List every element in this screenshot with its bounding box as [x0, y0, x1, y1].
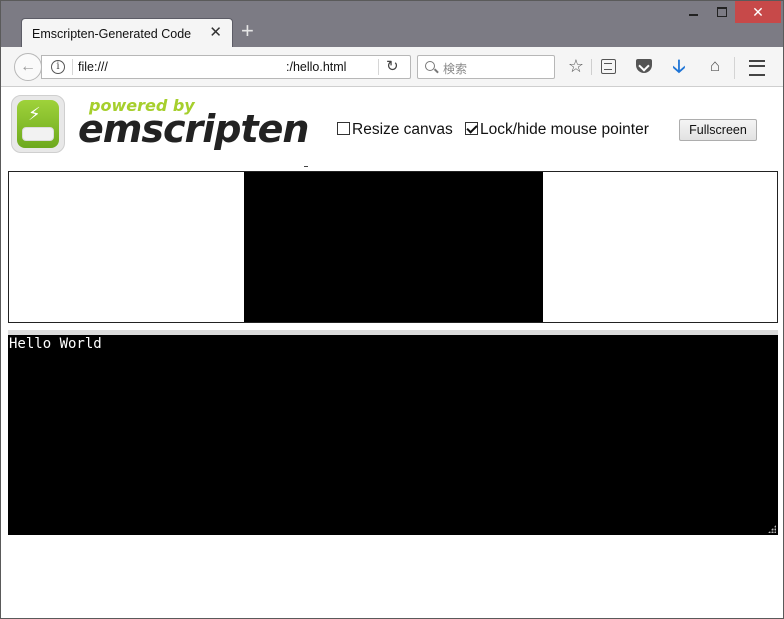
home-icon[interactable]: ⌂ — [704, 55, 726, 77]
toolbar-divider — [591, 59, 592, 75]
back-arrow-icon[interactable]: ← — [14, 53, 42, 81]
search-placeholder: 検索 — [443, 62, 468, 76]
reading-list-icon[interactable] — [597, 55, 619, 77]
title-bar: Emscripten-Generated Code ✕ + ✕ — [1, 1, 783, 48]
download-arrow-icon[interactable]: 🡣 — [668, 55, 690, 77]
navigation-toolbar: ← i file:/// :/hello.html ↻ 検索 ☆ 🡣 ⌂ — [1, 47, 783, 87]
output-text: Hello World — [9, 336, 102, 352]
lock-pointer-option[interactable]: Lock/hide mouse pointer — [465, 121, 649, 139]
canvas-container[interactable] — [8, 171, 778, 323]
page-content: ⚡ powered by emscripten Resize canvas Lo… — [2, 88, 783, 618]
resize-canvas-label: Resize canvas — [352, 121, 453, 138]
resize-canvas-option[interactable]: Resize canvas — [337, 121, 453, 139]
lock-pointer-checkbox[interactable] — [465, 122, 478, 135]
maximize-icon[interactable] — [709, 1, 733, 23]
fullscreen-button[interactable]: Fullscreen — [679, 119, 757, 141]
url-divider-right — [378, 59, 379, 75]
lock-pointer-label: Lock/hide mouse pointer — [480, 121, 649, 138]
info-icon[interactable]: i — [51, 60, 65, 74]
tab-active[interactable]: Emscripten-Generated Code ✕ — [21, 18, 233, 48]
tab-close-icon[interactable]: ✕ — [209, 25, 222, 41]
url-divider — [72, 59, 73, 75]
new-tab-icon[interactable]: + — [241, 20, 254, 42]
pocket-icon[interactable] — [633, 55, 655, 77]
search-input[interactable]: 検索 — [417, 55, 555, 79]
resize-canvas-checkbox[interactable] — [337, 122, 350, 135]
gamepad-icon — [22, 127, 54, 141]
toolbar-divider-right — [734, 57, 735, 79]
emscripten-canvas[interactable] — [244, 172, 543, 322]
output-console[interactable]: Hello World — [8, 335, 778, 535]
search-icon — [425, 61, 435, 71]
url-prefix: file:/// — [78, 60, 108, 74]
url-suffix: :/hello.html — [286, 60, 347, 74]
browser-window: Emscripten-Generated Code ✕ + ✕ ← i file… — [0, 0, 784, 619]
bookmark-star-icon[interactable]: ☆ — [565, 55, 587, 77]
window-close-icon[interactable]: ✕ — [735, 1, 781, 23]
minimize-icon[interactable] — [681, 1, 705, 23]
tab-title: Emscripten-Generated Code — [32, 27, 192, 41]
hamburger-menu-icon[interactable] — [746, 55, 768, 77]
logo-tile: ⚡ — [17, 100, 59, 148]
emscripten-logo-icon: ⚡ — [11, 95, 65, 153]
reload-icon[interactable]: ↻ — [386, 57, 399, 75]
address-bar[interactable]: i file:/// :/hello.html ↻ — [41, 55, 411, 79]
logo-wordmark: emscripten — [78, 107, 309, 151]
spinner-mark — [304, 166, 308, 167]
resize-grip-icon[interactable] — [768, 525, 776, 533]
lightning-bolt-icon: ⚡ — [28, 104, 41, 124]
